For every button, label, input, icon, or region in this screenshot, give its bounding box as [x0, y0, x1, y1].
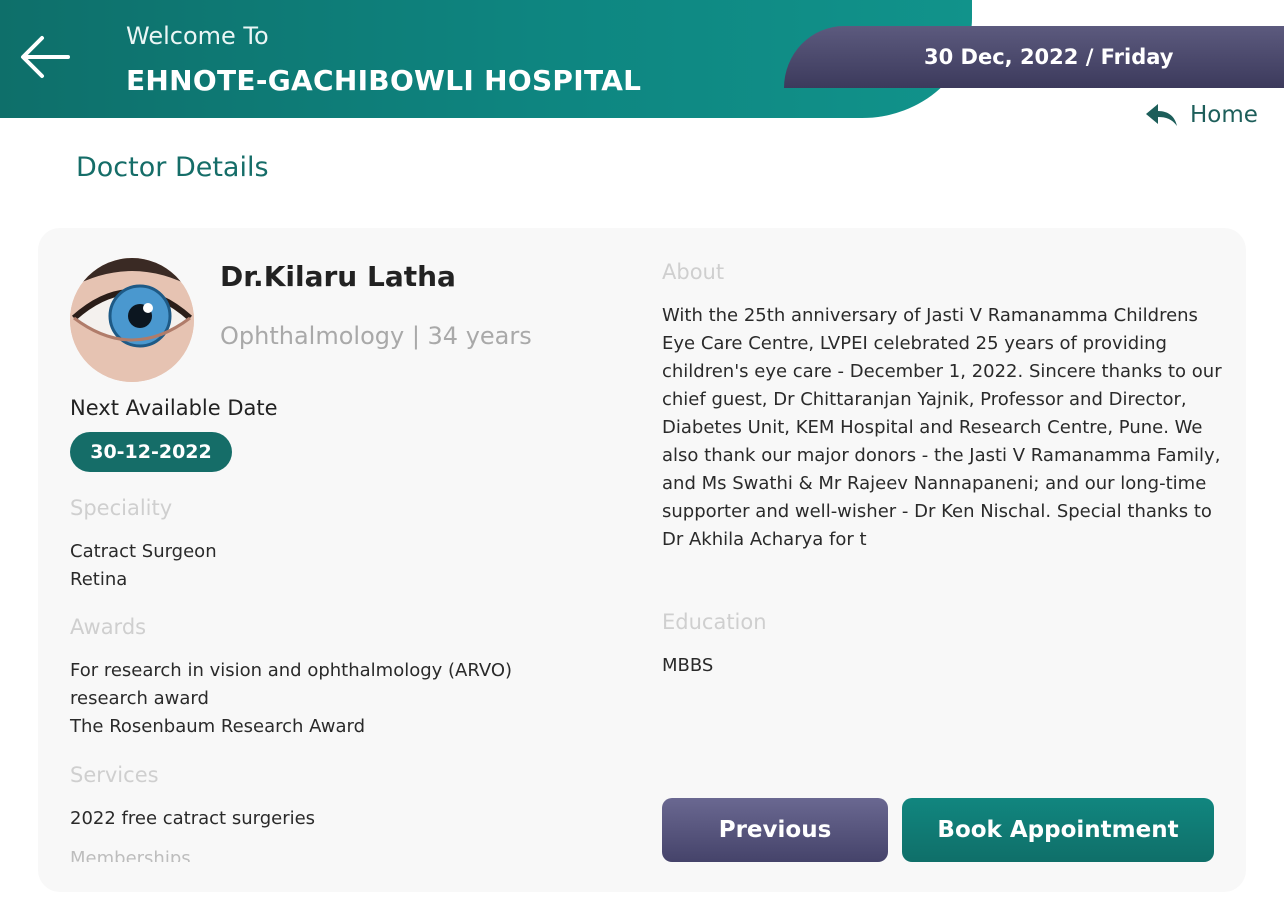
about-text: With the 25th anniversary of Jasti V Ram… — [662, 305, 1222, 550]
home-label: Home — [1190, 102, 1258, 128]
current-date: 30 Dec, 2022 / Friday — [924, 45, 1174, 69]
home-link[interactable]: Home — [1144, 98, 1258, 132]
next-available-date-badge: 30-12-2022 — [70, 432, 232, 472]
education-value: MBBS — [662, 655, 714, 676]
book-appointment-button[interactable]: Book Appointment — [902, 798, 1214, 862]
welcome-text: Welcome To — [126, 22, 269, 50]
about-label: About — [662, 260, 725, 284]
services-label: Services — [70, 763, 159, 787]
speciality-value-1: Catract Surgeon — [70, 541, 217, 562]
speciality-value-2: Retina — [70, 569, 128, 590]
date-banner: 30 Dec, 2022 / Friday — [784, 26, 1284, 88]
award-item-1: For research in vision and ophthalmology… — [70, 660, 513, 709]
page-title: Doctor Details — [76, 152, 269, 183]
memberships-label-cutoff: Memberships — [70, 848, 191, 862]
awards-label: Awards — [70, 615, 147, 639]
hospital-name: EHNOTE-GACHIBOWLI HOSPITAL — [126, 64, 642, 97]
back-arrow-icon[interactable] — [18, 30, 72, 84]
service-item-1: 2022 free catract surgeries — [70, 808, 316, 829]
reply-arrow-icon — [1146, 104, 1177, 126]
doctor-name: Dr.Kilaru Latha — [220, 260, 456, 293]
speciality-label: Speciality — [70, 496, 173, 520]
doctor-meta: Ophthalmology | 34 years — [220, 322, 532, 350]
doctor-avatar — [70, 258, 194, 382]
education-label: Education — [662, 610, 767, 634]
next-available-label: Next Available Date — [70, 396, 278, 420]
award-item-2: The Rosenbaum Research Award — [70, 716, 366, 737]
previous-button[interactable]: Previous — [662, 798, 888, 862]
eye-photo-icon — [70, 258, 194, 382]
doctor-card: Dr.Kilaru Latha Ophthalmology | 34 years… — [38, 228, 1246, 892]
